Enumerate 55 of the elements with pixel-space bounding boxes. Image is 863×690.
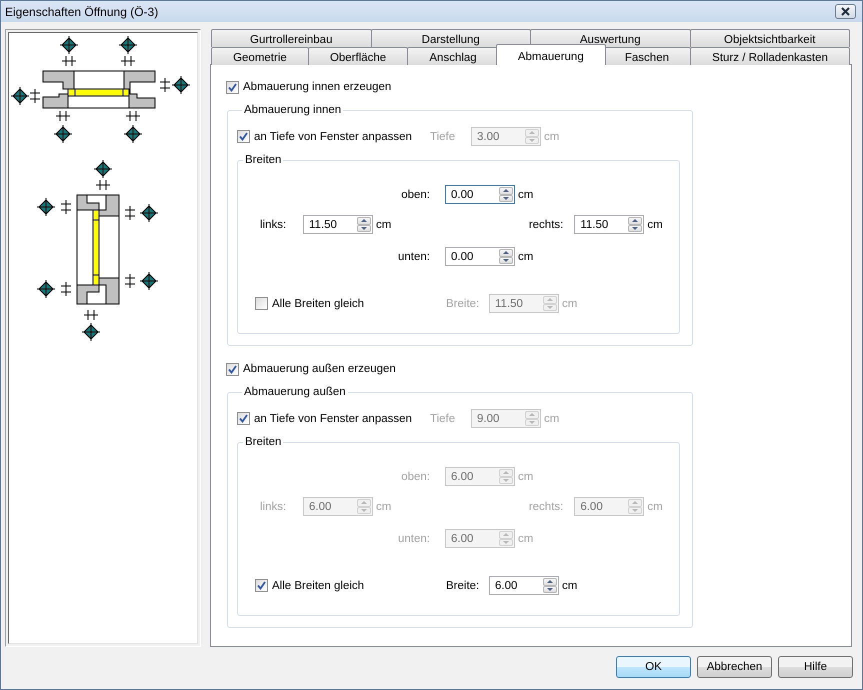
tab[interactable]: Abmauerung	[496, 44, 606, 65]
checkbox-label: Alle Breiten gleich	[272, 298, 364, 310]
field-label: rechts:	[528, 218, 564, 230]
unit-label: cm	[647, 500, 663, 512]
group-title: Breiten	[244, 154, 282, 166]
tab[interactable]: Darstellung	[370, 29, 531, 47]
unit-label: cm	[518, 188, 534, 200]
field-label: Breite:	[446, 580, 480, 592]
tab[interactable]: Anschlag	[407, 47, 499, 65]
checkbox-label: Alle Breiten gleich	[272, 580, 364, 592]
field-label: oben:	[400, 188, 430, 200]
checkbox-label: an Tiefe von Fenster anpassen	[254, 412, 412, 424]
checkbox[interactable]	[255, 297, 268, 310]
field-label: unten:	[397, 532, 430, 544]
close-button[interactable]	[835, 4, 856, 19]
unit-label: cm	[376, 218, 392, 230]
checkbox-label: Abmauerung außen erzeugen	[243, 363, 396, 375]
tab[interactable]: Geometrie	[211, 47, 309, 65]
unit-label: cm	[562, 298, 578, 310]
unit-label: cm	[518, 532, 534, 544]
tab[interactable]: Sturz / Rolladenkasten	[690, 47, 850, 65]
checkbox-label: Abmauerung innen erzeugen	[243, 81, 392, 93]
unit-label: cm	[544, 130, 560, 142]
window-title: Eigenschaften Öffnung (Ö-3)	[5, 4, 158, 18]
field-label: oben:	[400, 470, 430, 482]
checkbox[interactable]	[255, 579, 268, 592]
checkbox[interactable]	[237, 130, 250, 143]
group-title: Abmauerung innen	[243, 104, 342, 116]
dialog-button[interactable]: Hilfe	[778, 656, 853, 678]
dialog-button[interactable]: OK	[616, 656, 691, 678]
tab[interactable]: Auswertung	[530, 29, 690, 47]
field-label: Tiefe	[430, 412, 456, 424]
field-label: links:	[260, 500, 288, 512]
group-title: Breiten	[244, 436, 282, 448]
tab[interactable]: Gurtrollereinbau	[211, 29, 372, 47]
checkbox-label: an Tiefe von Fenster anpassen	[254, 130, 412, 142]
group-title: Abmauerung außen	[243, 386, 347, 398]
unit-label: cm	[518, 250, 534, 262]
checkbox[interactable]	[226, 362, 239, 376]
field-label: Breite:	[446, 298, 480, 310]
field-label: Tiefe	[430, 130, 456, 142]
dialog-button[interactable]: Abbrechen	[697, 656, 772, 678]
checkbox[interactable]	[237, 412, 250, 425]
close-icon	[841, 7, 850, 16]
unit-label: cm	[562, 580, 578, 592]
unit-label: cm	[376, 500, 392, 512]
field-label: rechts:	[528, 500, 564, 512]
unit-label: cm	[544, 412, 560, 424]
field-label: links:	[260, 218, 288, 230]
unit-label: cm	[518, 470, 534, 482]
tab[interactable]: Oberfläche	[308, 47, 408, 65]
unit-label: cm	[647, 218, 663, 230]
tab[interactable]: Objektsichtbarkeit	[690, 29, 850, 47]
field-label: unten:	[397, 250, 430, 262]
checkbox[interactable]	[226, 80, 239, 94]
